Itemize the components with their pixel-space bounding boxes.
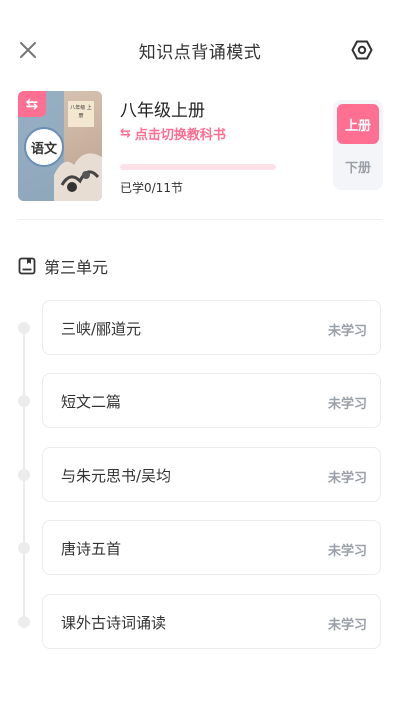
- lesson-name: 短文二篇: [61, 393, 122, 411]
- timeline-dot: [18, 395, 30, 407]
- page-title: 知识点背诵模式: [138, 43, 262, 63]
- lesson-status: 未学习: [327, 471, 367, 486]
- swap-arrows-icon: ⇆: [18, 91, 46, 117]
- unit-header: 第三单元: [18, 254, 108, 278]
- lesson-item[interactable]: 与朱元思书/吴均 未学习: [42, 447, 381, 502]
- lesson-status: 未学习: [327, 324, 367, 339]
- book-name: 八年级上册: [120, 101, 205, 121]
- switch-textbook-label: 点击切换教科书: [134, 128, 226, 143]
- book-icon: [18, 257, 36, 275]
- header: 知识点背诵模式: [0, 0, 400, 100]
- unit-title: 第三单元: [44, 258, 109, 277]
- hexagon-settings-icon: [351, 40, 373, 60]
- lesson-status: 未学习: [327, 397, 367, 412]
- swap-arrows-icon: ⇆: [120, 126, 131, 141]
- lesson-status: 未学习: [327, 618, 367, 633]
- book-cover[interactable]: 八年级 上册 ⇆ 语文: [18, 91, 102, 201]
- cover-seal: 语文: [24, 127, 64, 167]
- lesson-status: 未学习: [327, 544, 367, 559]
- timeline-dot: [18, 469, 30, 481]
- lesson-name: 与朱元思书/吴均: [61, 467, 172, 485]
- lesson-item[interactable]: 短文二篇 未学习: [42, 373, 381, 428]
- timeline-dot: [18, 616, 30, 628]
- timeline-dot: [18, 542, 30, 554]
- lesson-item[interactable]: 唐诗五首 未学习: [42, 520, 381, 575]
- timeline-dot: [18, 322, 30, 334]
- volume-switch: 上册 下册: [333, 100, 383, 190]
- lesson-name: 三峡/郦道元: [61, 320, 142, 338]
- settings-button[interactable]: [348, 36, 376, 64]
- switch-textbook-link[interactable]: ⇆ 点击切换教科书: [120, 124, 226, 143]
- lesson-item[interactable]: 课外古诗词诵读 未学习: [42, 594, 381, 649]
- lesson-item[interactable]: 三峡/郦道元 未学习: [42, 300, 381, 355]
- lesson-name: 课外古诗词诵读: [61, 614, 167, 632]
- volume-button-upper[interactable]: 上册: [337, 104, 379, 144]
- progress-text: 已学0/11节: [120, 181, 183, 195]
- textbook-panel: 八年级 上册 ⇆ 语文 八年级上册 ⇆ 点击切换教科书 已学0/11节 上册 下…: [0, 88, 400, 218]
- cover-grade-tag: 八年级 上册: [68, 101, 94, 127]
- divider: [18, 219, 382, 220]
- progress-bar: [120, 164, 276, 170]
- lesson-name: 唐诗五首: [61, 540, 122, 558]
- volume-button-lower[interactable]: 下册: [337, 146, 379, 186]
